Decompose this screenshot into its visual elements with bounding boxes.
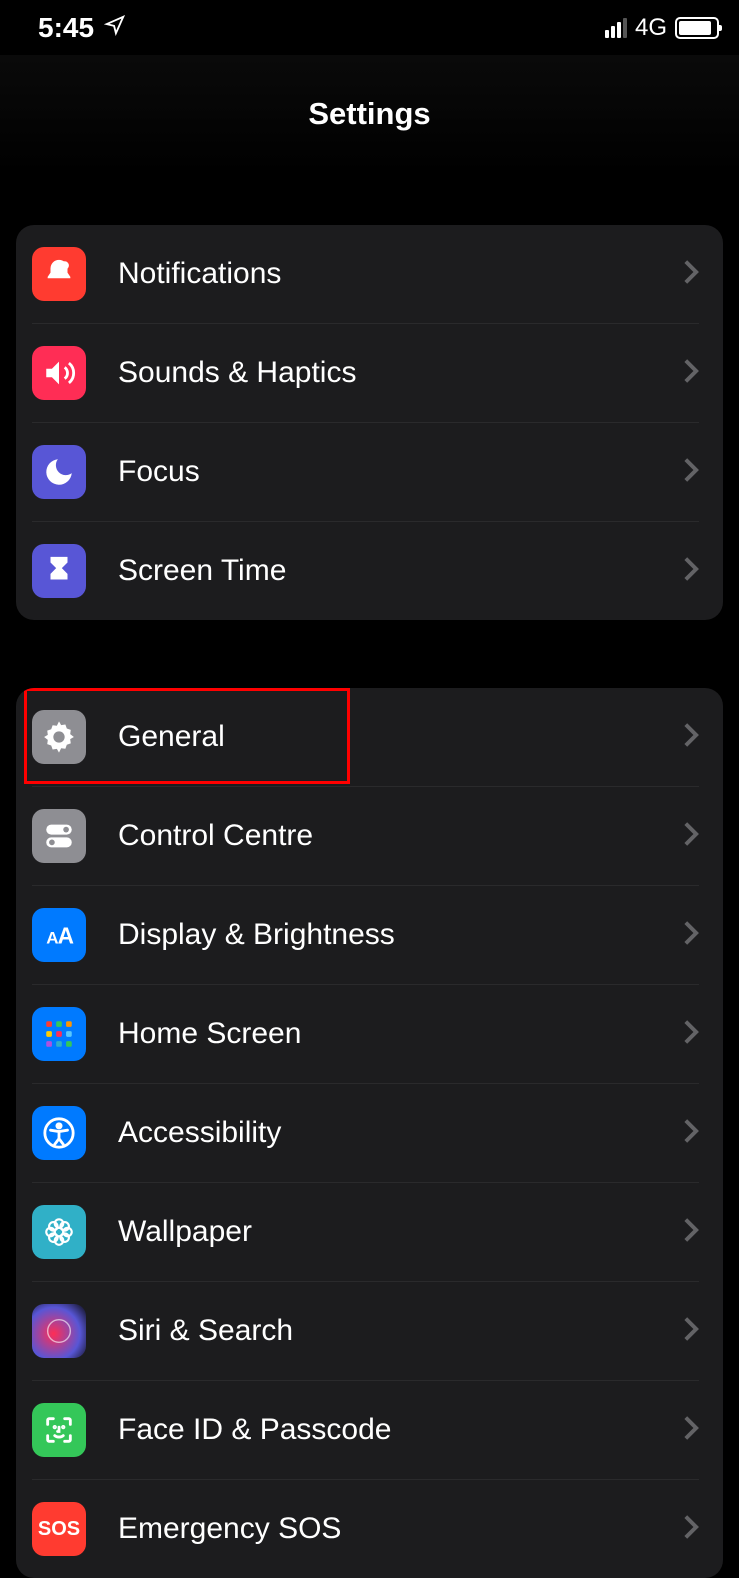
status-right: 4G bbox=[605, 14, 719, 42]
nav-header: Settings bbox=[0, 55, 739, 173]
row-label: Notifications bbox=[118, 257, 673, 291]
chevron-right-icon bbox=[683, 722, 699, 753]
row-siri-search[interactable]: Siri & Search bbox=[16, 1282, 723, 1381]
sos-icon: SOS bbox=[32, 1502, 86, 1556]
row-label: General bbox=[118, 720, 673, 754]
flower-icon bbox=[32, 1205, 86, 1259]
row-notifications[interactable]: Notifications bbox=[16, 225, 723, 324]
row-label: Wallpaper bbox=[118, 1215, 673, 1249]
chevron-right-icon bbox=[683, 1316, 699, 1347]
hourglass-icon bbox=[32, 544, 86, 598]
row-label: Display & Brightness bbox=[118, 918, 673, 952]
battery-icon bbox=[675, 17, 719, 39]
face-id-icon bbox=[32, 1403, 86, 1457]
siri-icon bbox=[32, 1304, 86, 1358]
moon-icon bbox=[32, 445, 86, 499]
row-label: Siri & Search bbox=[118, 1314, 673, 1348]
text-size-icon: AA bbox=[32, 908, 86, 962]
chevron-right-icon bbox=[683, 259, 699, 290]
network-label: 4G bbox=[635, 14, 667, 42]
row-label: Accessibility bbox=[118, 1116, 673, 1150]
row-label: Face ID & Passcode bbox=[118, 1413, 673, 1447]
gear-icon bbox=[32, 710, 86, 764]
row-label: Sounds & Haptics bbox=[118, 356, 673, 390]
chevron-right-icon bbox=[683, 1217, 699, 1248]
chevron-right-icon bbox=[683, 1118, 699, 1149]
page-title: Settings bbox=[308, 96, 430, 132]
speaker-icon bbox=[32, 346, 86, 400]
row-wallpaper[interactable]: Wallpaper bbox=[16, 1183, 723, 1282]
chevron-right-icon bbox=[683, 1019, 699, 1050]
app-grid-icon bbox=[32, 1007, 86, 1061]
location-icon bbox=[104, 14, 126, 41]
row-focus[interactable]: Focus bbox=[16, 423, 723, 522]
accessibility-icon bbox=[32, 1106, 86, 1160]
row-accessibility[interactable]: Accessibility bbox=[16, 1084, 723, 1183]
row-label: Home Screen bbox=[118, 1017, 673, 1051]
settings-group-2: General Control Centre AA bbox=[16, 688, 723, 1578]
row-display-brightness[interactable]: AA Display & Brightness bbox=[16, 886, 723, 985]
notifications-icon bbox=[32, 247, 86, 301]
chevron-right-icon bbox=[683, 457, 699, 488]
row-control-centre[interactable]: Control Centre bbox=[16, 787, 723, 886]
row-emergency-sos[interactable]: SOS Emergency SOS bbox=[16, 1480, 723, 1578]
chevron-right-icon bbox=[683, 1514, 699, 1545]
chevron-right-icon bbox=[683, 358, 699, 389]
row-label: Screen Time bbox=[118, 554, 673, 588]
row-sounds-haptics[interactable]: Sounds & Haptics bbox=[16, 324, 723, 423]
chevron-right-icon bbox=[683, 1415, 699, 1446]
chevron-right-icon bbox=[683, 556, 699, 587]
settings-group-1: Notifications Sounds & Haptics bbox=[16, 225, 723, 620]
clock: 5:45 bbox=[38, 12, 94, 44]
row-screen-time[interactable]: Screen Time bbox=[16, 522, 723, 620]
status-left: 5:45 bbox=[38, 12, 126, 44]
row-label: Emergency SOS bbox=[118, 1512, 673, 1546]
status-bar: 5:45 4G bbox=[0, 0, 739, 55]
svg-text:A: A bbox=[58, 923, 74, 949]
row-general[interactable]: General bbox=[16, 688, 723, 787]
row-label: Focus bbox=[118, 455, 673, 489]
row-home-screen[interactable]: Home Screen bbox=[16, 985, 723, 1084]
signal-icon bbox=[605, 18, 627, 38]
row-face-id[interactable]: Face ID & Passcode bbox=[16, 1381, 723, 1480]
toggle-icon bbox=[32, 809, 86, 863]
row-label: Control Centre bbox=[118, 819, 673, 853]
chevron-right-icon bbox=[683, 920, 699, 951]
chevron-right-icon bbox=[683, 821, 699, 852]
